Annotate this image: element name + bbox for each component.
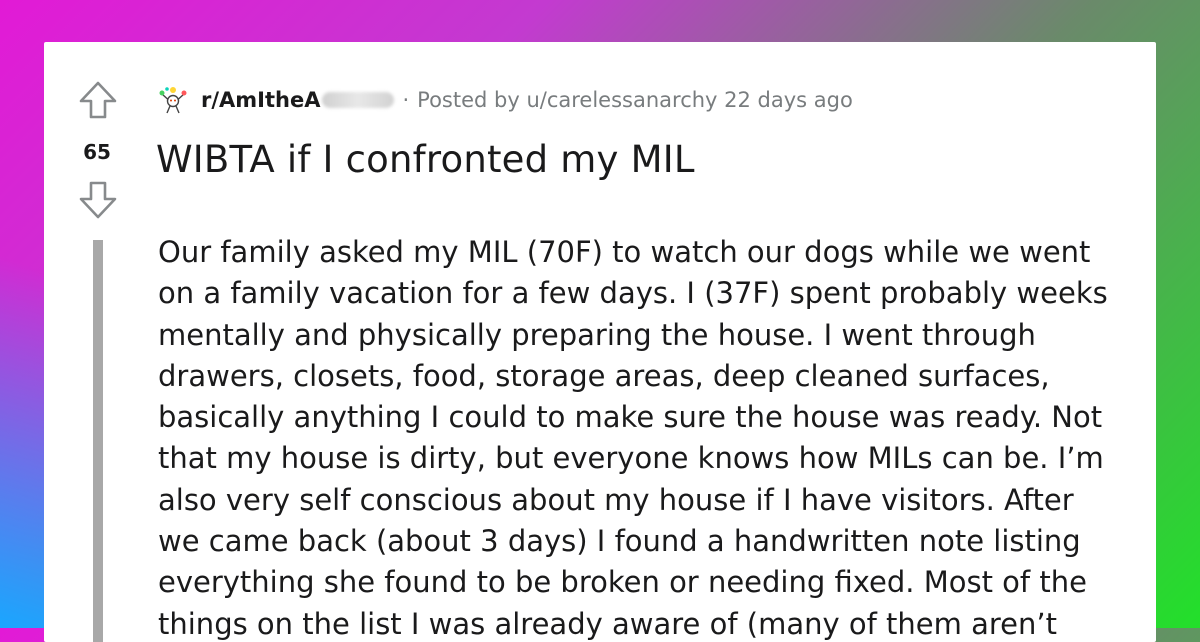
upvote-arrow-icon	[79, 81, 117, 119]
thread-collapse-line[interactable]	[93, 240, 103, 642]
body-line: on a family vacation for a few days. I (…	[158, 276, 1108, 311]
body-line: basically anything I could to make sure …	[158, 400, 1103, 435]
post-title[interactable]: WIBTA if I confronted my MIL	[156, 138, 695, 181]
vote-column: 65	[44, 42, 150, 642]
upvote-button[interactable]	[78, 80, 118, 120]
body-line: also very self conscious about my house …	[158, 482, 1074, 517]
post-card: 65 r/AmItheA · Posted by u/carelessanarc…	[44, 42, 1156, 642]
body-line: we came back (about 3 days) I found a ha…	[158, 524, 1081, 559]
body-line: mentally and physically preparing the ho…	[158, 317, 1036, 352]
downvote-button[interactable]	[78, 180, 118, 220]
body-line: things on the list I was already aware o…	[158, 606, 1057, 641]
vote-score: 65	[83, 140, 111, 164]
meta-separator: ·	[402, 88, 410, 112]
censored-text-blur	[322, 92, 395, 108]
posted-by-text[interactable]: Posted by u/carelessanarchy 22 days ago	[417, 88, 853, 112]
post-meta: r/AmItheA · Posted by u/carelessanarchy …	[159, 84, 853, 116]
body-line: everything she found to be broken or nee…	[158, 565, 1087, 600]
downvote-arrow-icon	[79, 181, 117, 219]
body-line: that my house is dirty, but everyone kno…	[158, 441, 1104, 476]
body-line: Our family asked my MIL (70F) to watch o…	[158, 235, 1091, 269]
post-body: Our family asked my MIL (70F) to watch o…	[158, 232, 1118, 642]
subreddit-link[interactable]: r/AmItheA	[201, 88, 320, 112]
body-line: drawers, closets, food, storage areas, d…	[158, 358, 1050, 393]
subreddit-snoo-icon	[159, 87, 187, 114]
